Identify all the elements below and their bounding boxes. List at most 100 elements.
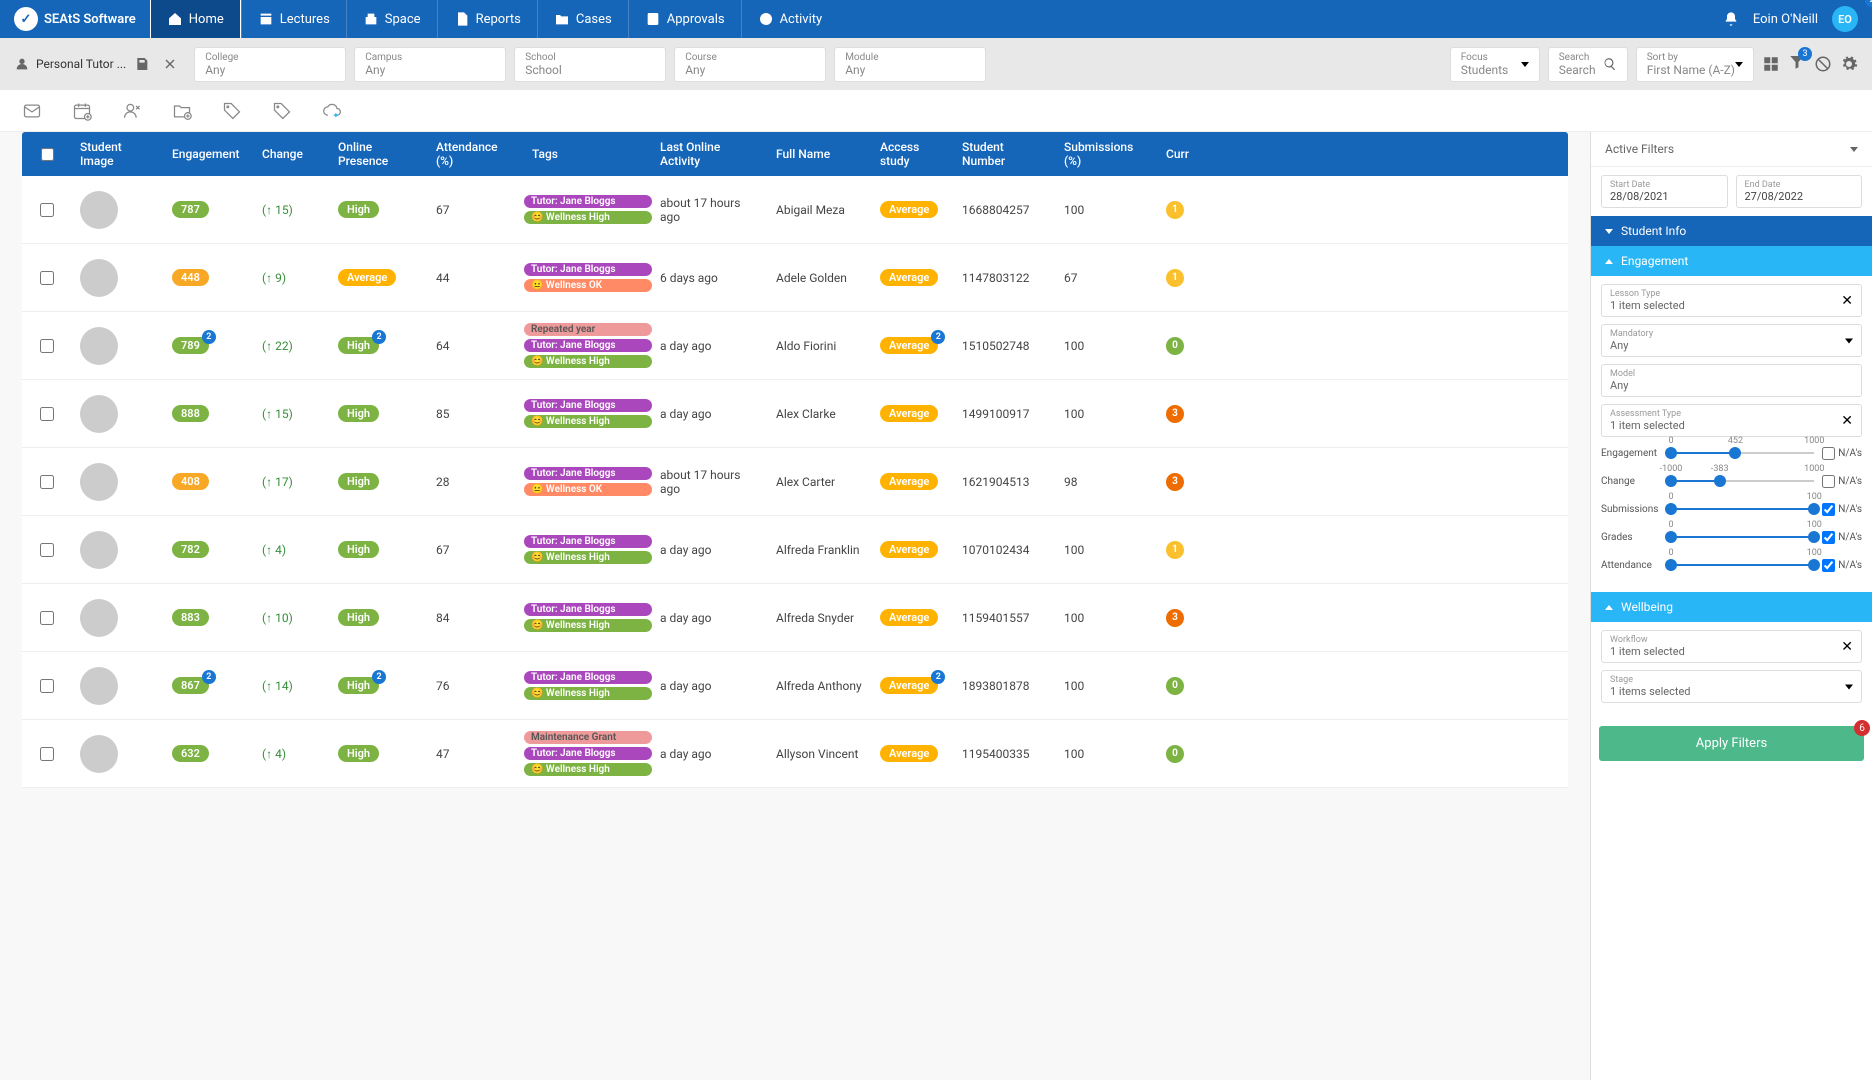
gear-icon[interactable]	[1840, 55, 1858, 73]
workflow-select[interactable]: Workflow1 item selected✕	[1601, 630, 1862, 663]
nav-cases[interactable]: Cases	[537, 0, 628, 38]
row-checkbox[interactable]	[40, 747, 54, 761]
table-row[interactable]: 883(↑ 10)High84Tutor: Jane Bloggs😊 Welln…	[22, 584, 1568, 652]
row-checkbox[interactable]	[40, 407, 54, 421]
clear-icon[interactable]: ✕	[1841, 293, 1853, 309]
mandatory-select[interactable]: MandatoryAny	[1601, 324, 1862, 357]
close-icon[interactable]	[162, 56, 178, 72]
calendar-add-icon[interactable]	[72, 101, 92, 121]
user-name[interactable]: Eoin O'Neill	[1753, 12, 1818, 27]
table-row[interactable]: 8672(↑ 14)2High276Tutor: Jane Bloggs😊 We…	[22, 652, 1568, 720]
slider-track[interactable]: 0100	[1671, 556, 1814, 574]
select-all-checkbox[interactable]	[41, 148, 54, 161]
row-checkbox[interactable]	[40, 679, 54, 693]
funnel-icon[interactable]: 3	[1788, 53, 1806, 75]
nav-home[interactable]: Home	[150, 0, 241, 38]
slider-attendance[interactable]: Attendance0100 N/A's	[1601, 556, 1862, 574]
slider-track[interactable]: 04521000	[1671, 444, 1814, 462]
grid-icon[interactable]	[1762, 55, 1780, 73]
na-checkbox[interactable]: N/A's	[1822, 475, 1862, 488]
clear-icon[interactable]: ✕	[1841, 413, 1853, 429]
slider-handle-high[interactable]	[1714, 475, 1726, 487]
row-checkbox[interactable]	[40, 475, 54, 489]
apply-filters-button[interactable]: Apply Filters 6	[1599, 726, 1864, 761]
table-row[interactable]: 782(↑ 4)High67Tutor: Jane Bloggs😊 Wellne…	[22, 516, 1568, 584]
nav-space[interactable]: Space	[346, 0, 437, 38]
col-access[interactable]: Access study	[872, 140, 954, 168]
stage-select[interactable]: Stage1 items selected	[1601, 670, 1862, 703]
bell-icon[interactable]	[1723, 11, 1739, 27]
slider-track[interactable]: 0100	[1671, 528, 1814, 546]
filter-module[interactable]: ModuleAny	[834, 47, 986, 82]
filter-sort[interactable]: Sort byFirst Name (A-Z)	[1636, 47, 1754, 82]
slider-handle-high[interactable]	[1808, 559, 1820, 571]
table-row[interactable]: 787(↑ 15)High67Tutor: Jane Bloggs😊 Welln…	[22, 176, 1568, 244]
slider-handle-high[interactable]	[1729, 447, 1741, 459]
slider-change[interactable]: Change-1000-3831000 N/A's	[1601, 472, 1862, 490]
table-row[interactable]: 7892(↑ 22)2High264Repeated yearTutor: Ja…	[22, 312, 1568, 380]
na-checkbox[interactable]: N/A's	[1822, 447, 1862, 460]
slider-track[interactable]: 0100	[1671, 500, 1814, 518]
model-select[interactable]: ModelAny	[1601, 364, 1862, 397]
tag-check-icon[interactable]	[222, 101, 242, 121]
tag-add-icon[interactable]	[272, 101, 292, 121]
na-checkbox[interactable]: N/A's	[1822, 531, 1862, 544]
nav-reports[interactable]: Reports	[437, 0, 537, 38]
col-presence[interactable]: Online Presence	[330, 140, 428, 168]
slider-handle-low[interactable]	[1665, 475, 1677, 487]
filter-college[interactable]: CollegeAny	[194, 47, 346, 82]
col-engagement[interactable]: Engagement	[164, 147, 254, 161]
user-avatar[interactable]: EO	[1832, 6, 1858, 32]
slider-engagement[interactable]: Engagement04521000 N/A's	[1601, 444, 1862, 462]
nav-approvals[interactable]: Approvals	[628, 0, 741, 38]
table-row[interactable]: 448(↑ 9)Average44Tutor: Jane Bloggs😐 Wel…	[22, 244, 1568, 312]
slider-track[interactable]: -1000-3831000	[1671, 472, 1814, 490]
filter-search[interactable]: SearchSearch	[1548, 47, 1628, 82]
user-remove-icon[interactable]	[122, 101, 142, 121]
na-checkbox[interactable]: N/A's	[1822, 503, 1862, 516]
active-filters-header[interactable]: Active Filters	[1591, 132, 1872, 167]
table-row[interactable]: 632(↑ 4)High47Maintenance GrantTutor: Ja…	[22, 720, 1568, 788]
slider-handle-low[interactable]	[1665, 531, 1677, 543]
slider-submissions[interactable]: Submissions0100 N/A's	[1601, 500, 1862, 518]
slider-grades[interactable]: Grades0100 N/A's	[1601, 528, 1862, 546]
start-date-input[interactable]: Start Date28/08/2021	[1601, 175, 1728, 208]
clear-icon[interactable]: ✕	[1841, 639, 1853, 655]
filter-school[interactable]: SchoolSchool	[514, 47, 666, 82]
section-wellbeing[interactable]: Wellbeing	[1591, 592, 1872, 622]
slider-handle-high[interactable]	[1808, 503, 1820, 515]
col-attendance[interactable]: Attendance (%)	[428, 140, 524, 168]
nav-lectures[interactable]: Lectures	[241, 0, 346, 38]
col-change[interactable]: Change	[254, 147, 330, 161]
slider-handle-low[interactable]	[1665, 447, 1677, 459]
slider-handle-low[interactable]	[1665, 503, 1677, 515]
row-checkbox[interactable]	[40, 611, 54, 625]
save-icon[interactable]	[134, 56, 150, 72]
col-current[interactable]: Curr	[1158, 147, 1188, 161]
row-checkbox[interactable]	[40, 203, 54, 217]
col-student-number[interactable]: Student Number	[954, 140, 1056, 168]
nav-activity[interactable]: Activity	[741, 0, 839, 38]
end-date-input[interactable]: End Date27/08/2022	[1736, 175, 1863, 208]
block-icon[interactable]	[1814, 55, 1832, 73]
assessment-type-select[interactable]: Assessment Type1 item selected✕	[1601, 404, 1862, 437]
row-checkbox[interactable]	[40, 543, 54, 557]
filter-course[interactable]: CourseAny	[674, 47, 826, 82]
lesson-type-select[interactable]: Lesson Type1 item selected✕	[1601, 284, 1862, 317]
na-checkbox[interactable]: N/A's	[1822, 559, 1862, 572]
cloud-export-icon[interactable]	[322, 101, 342, 121]
section-student-info[interactable]: Student Info	[1591, 216, 1872, 246]
col-tags[interactable]: Tags	[524, 147, 652, 161]
row-checkbox[interactable]	[40, 271, 54, 285]
slider-handle-low[interactable]	[1665, 559, 1677, 571]
col-full-name[interactable]: Full Name	[768, 147, 872, 161]
slider-handle-high[interactable]	[1808, 531, 1820, 543]
folder-add-icon[interactable]	[172, 101, 192, 121]
col-last-activity[interactable]: Last Online Activity	[652, 140, 768, 168]
section-engagement[interactable]: Engagement	[1591, 246, 1872, 276]
col-submissions[interactable]: Submissions (%)	[1056, 140, 1158, 168]
table-row[interactable]: 888(↑ 15)High85Tutor: Jane Bloggs😊 Welln…	[22, 380, 1568, 448]
col-image[interactable]: Student Image	[72, 140, 164, 168]
mail-icon[interactable]	[22, 101, 42, 121]
row-checkbox[interactable]	[40, 339, 54, 353]
